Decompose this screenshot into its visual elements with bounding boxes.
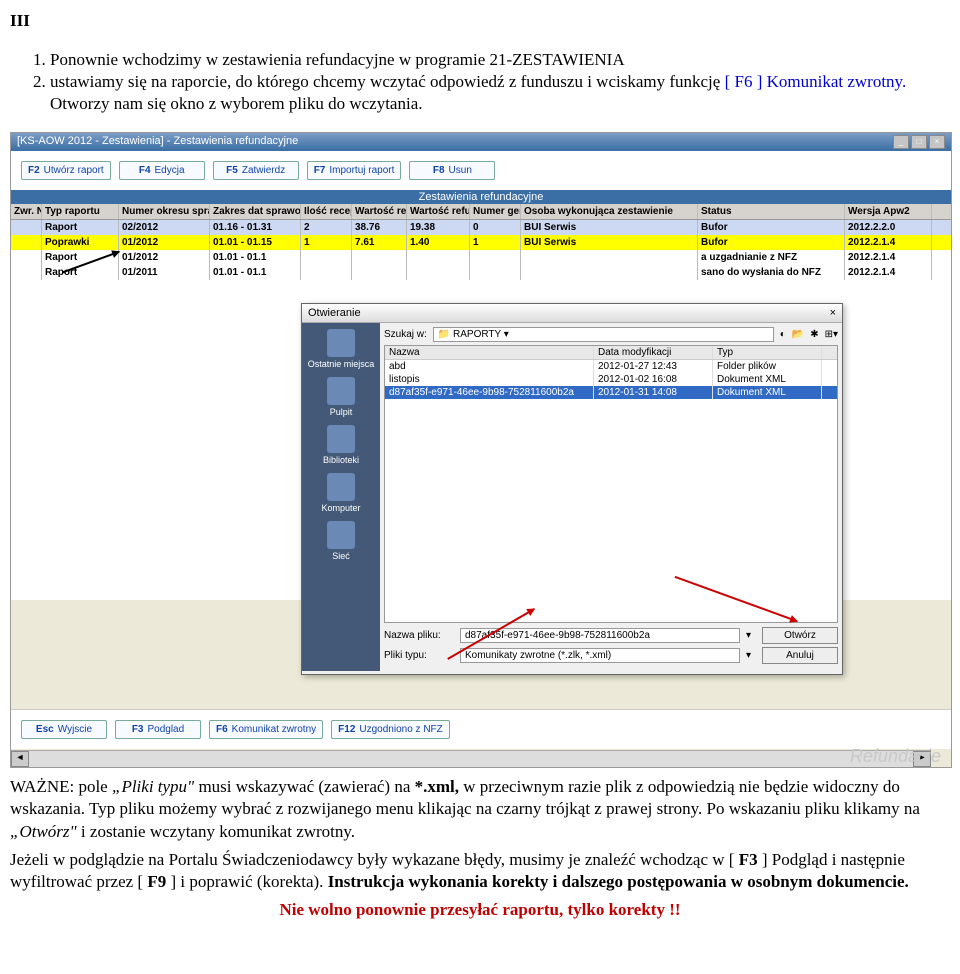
table-row[interactable]: Raport01/201201.01 - 01.1a uzgadnianie z…	[11, 250, 951, 265]
grid-body[interactable]: Raport02/201201.16 - 01.31238.7619.380BU…	[11, 220, 951, 300]
fkey-button[interactable]: F8Usun	[409, 161, 495, 180]
back-icon[interactable]: ◐	[780, 329, 786, 340]
note-paragraph-2: Jeżeli w podglądzie na Portalu Świadczen…	[10, 849, 950, 893]
watermark-text: Refundacje	[850, 746, 941, 767]
fkey-button[interactable]: F3Podglad	[115, 720, 201, 739]
minimize-icon[interactable]: _	[893, 135, 909, 149]
file-row[interactable]: listopis2012-01-02 16:08Dokument XML	[385, 373, 837, 386]
table-row[interactable]: Raport02/201201.16 - 01.31238.7619.380BU…	[11, 220, 951, 235]
up-icon[interactable]: 📂	[792, 329, 804, 340]
sidebar-place-item[interactable]: Pulpit	[327, 377, 355, 417]
open-button[interactable]: Otwórz	[762, 627, 838, 644]
sidebar-place-item[interactable]: Sieć	[327, 521, 355, 561]
dialog-title-text: Otwieranie	[308, 307, 361, 319]
toolbar-bottom: EscWyjscie F3Podglad F6Komunikat zwrotny F1…	[11, 709, 951, 749]
scroll-left-icon[interactable]: ◄	[11, 751, 29, 767]
filetype-label: Pliki typu:	[384, 650, 454, 661]
dialog-sidebar: Ostatnie miejsca Pulpit Biblioteki Komputer…	[302, 323, 380, 671]
panel-title: Zestawienia refundacyjne	[11, 190, 951, 204]
note-warning: Nie wolno ponownie przesyłać raportu, ty…	[10, 899, 950, 921]
file-row[interactable]: d87af35f-e971-46ee-9b98-752811600b2a2012…	[385, 386, 837, 399]
sidebar-place-item[interactable]: Ostatnie miejsca	[308, 329, 375, 369]
fkey-button[interactable]: F12Uzgodniono z NFZ	[331, 720, 450, 739]
window-controls: _ □ ×	[893, 135, 945, 149]
views-icon[interactable]: ⊞▾	[825, 329, 838, 340]
fkey-button[interactable]: F2Utwórz raport	[21, 161, 111, 180]
app-screenshot: [KS-AOW 2012 - Zestawienia] - Zestawieni…	[10, 132, 952, 768]
sidebar-place-item[interactable]: Biblioteki	[323, 425, 359, 465]
file-row[interactable]: abd2012-01-27 12:43Folder plików	[385, 360, 837, 373]
close-icon[interactable]: ×	[929, 135, 945, 149]
app-title-text: [KS-AOW 2012 - Zestawienia] - Zestawieni…	[17, 135, 298, 149]
lookin-dropdown[interactable]: 📁 RAPORTY ▾	[433, 327, 774, 342]
fkey-button[interactable]: F4Edycja	[119, 161, 205, 180]
step-2: ustawiamy się na raporcie, do którego ch…	[50, 71, 950, 115]
dialog-close-icon[interactable]: ×	[830, 307, 836, 319]
filetype-dropdown[interactable]: Komunikaty zwrotne (*.zlk, *.xml)	[460, 648, 740, 663]
table-row[interactable]: Raport01/201101.01 - 01.1sano do wysłani…	[11, 265, 951, 280]
fkey-button[interactable]: F6Komunikat zwrotny	[209, 720, 323, 739]
filename-input[interactable]: d87af35f-e971-46ee-9b98-752811600b2a	[460, 628, 740, 643]
grid-header: Zwr. NFZ Typ raportu Numer okresu sprawo…	[11, 204, 951, 220]
fkey-button[interactable]: EscWyjscie	[21, 720, 107, 739]
toolbar-top: F2Utwórz raport F4Edycja F5Zatwierdz F7Impo…	[11, 151, 951, 190]
cancel-button[interactable]: Anuluj	[762, 647, 838, 664]
note-paragraph-1: WAŻNE: pole „Pliki typu" musi wskazywać …	[10, 776, 950, 842]
dialog-titlebar: Otwieranie ×	[302, 304, 842, 323]
fkey-button[interactable]: F5Zatwierdz	[213, 161, 299, 180]
file-open-dialog: Otwieranie × Ostatnie miejsca Pulpit Bibli…	[301, 303, 843, 675]
app-titlebar: [KS-AOW 2012 - Zestawienia] - Zestawieni…	[11, 133, 951, 151]
table-row[interactable]: Poprawki01/201201.01 - 01.1517.611.401BU…	[11, 235, 951, 250]
file-list[interactable]: Nazwa Data modyfikacji Typ abd2012-01-27…	[384, 345, 838, 623]
lookin-label: Szukaj w:	[384, 329, 427, 340]
maximize-icon[interactable]: □	[911, 135, 927, 149]
sidebar-place-item[interactable]: Komputer	[321, 473, 360, 513]
instruction-text: III Ponownie wchodzimy w zestawienia ref…	[10, 10, 950, 115]
section-number: III	[10, 11, 30, 30]
scrollbar-horizontal[interactable]: ◄ ►	[11, 750, 931, 767]
step-1: Ponownie wchodzimy w zestawienia refunda…	[50, 49, 950, 71]
filename-label: Nazwa pliku:	[384, 630, 454, 641]
fkey-button[interactable]: F7Importuj raport	[307, 161, 402, 180]
newfolder-icon[interactable]: ✱	[810, 329, 818, 340]
